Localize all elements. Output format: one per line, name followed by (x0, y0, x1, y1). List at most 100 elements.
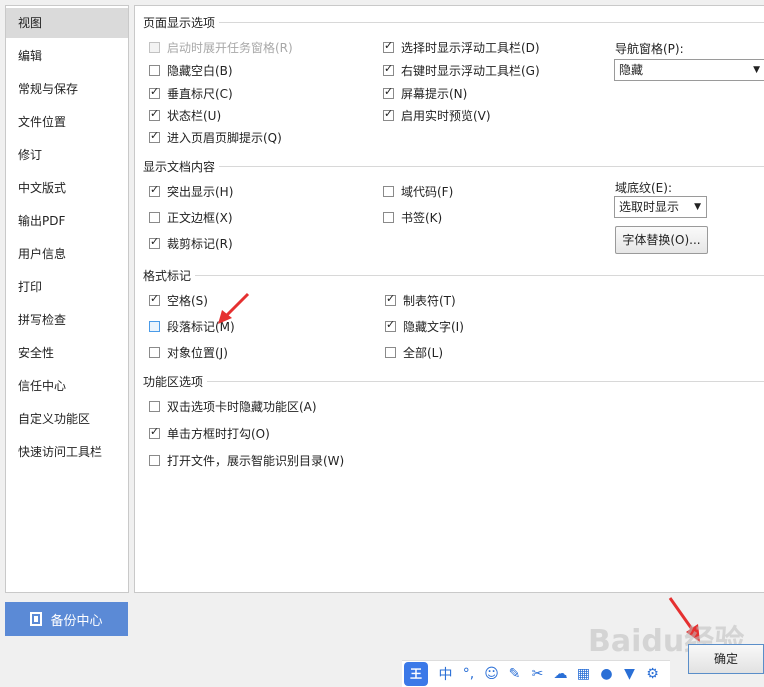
checkbox[interactable] (149, 129, 160, 143)
checkbox[interactable] (385, 318, 396, 332)
option-click-to-check[interactable]: 单击方框时打勾(O) (149, 424, 270, 442)
select-value: 隐藏 (619, 63, 644, 77)
nav-pane-label: 导航窗格(P): (615, 42, 684, 56)
checkbox[interactable] (149, 320, 160, 332)
checkbox[interactable] (383, 39, 394, 53)
option-highlight[interactable]: 突出显示(H) (149, 182, 233, 200)
option-float-toolbar-rightclick[interactable]: 右键时显示浮动工具栏(G) (383, 61, 540, 79)
option-label: 全部(L) (403, 345, 444, 360)
gear-icon[interactable]: ⚙ (641, 666, 664, 682)
option-label: 打开文件，展示智能识别目录(W) (167, 453, 345, 468)
backup-icon (30, 612, 43, 626)
option-screen-tips[interactable]: 屏幕提示(N) (383, 84, 467, 102)
option-hide-ribbon-dblclick[interactable]: 双击选项卡时隐藏功能区(A) (149, 397, 317, 415)
nav-item-chinese-layout[interactable]: 中文版式 (6, 173, 128, 203)
nav-item-revision[interactable]: 修订 (6, 140, 128, 170)
option-label: 突出显示(H) (167, 184, 234, 199)
option-hidden-text[interactable]: 隐藏文字(I) (385, 317, 464, 335)
option-vertical-ruler[interactable]: 垂直标尺(C) (149, 84, 233, 102)
option-field-codes[interactable]: 域代码(F) (383, 182, 453, 200)
punctuation-icon[interactable]: °, (457, 666, 480, 682)
font-replace-button[interactable]: 字体替换(O)... (615, 226, 708, 254)
nav-item-print[interactable]: 打印 (6, 272, 128, 302)
nav-item-customize-ribbon[interactable]: 自定义功能区 (6, 404, 128, 434)
emoji-icon[interactable]: ☺ (480, 666, 503, 682)
nav-item-user-info[interactable]: 用户信息 (6, 239, 128, 269)
nav-item-trust-center[interactable]: 信任中心 (6, 371, 128, 401)
dropdown-arrow-icon: ▼ (694, 202, 701, 212)
option-label: 状态栏(U) (167, 108, 222, 123)
checkbox[interactable] (385, 346, 396, 358)
checkbox[interactable] (149, 292, 160, 306)
user-icon[interactable]: ● (595, 666, 618, 682)
option-object-anchors[interactable]: 对象位置(J) (149, 343, 228, 361)
select-value: 选取时显示 (619, 200, 680, 214)
checkbox[interactable] (149, 107, 160, 121)
option-hide-whitespace[interactable]: 隐藏空白(B) (149, 61, 233, 79)
backup-label: 备份中心 (50, 613, 103, 629)
nav-item-view[interactable]: 视图 (6, 8, 128, 38)
ime-logo[interactable]: 王 (404, 662, 428, 686)
nav-item-spellcheck[interactable]: 拼写检查 (6, 305, 128, 335)
checkbox[interactable] (149, 211, 160, 223)
nav-item-edit[interactable]: 编辑 (6, 41, 128, 71)
option-status-bar[interactable]: 状态栏(U) (149, 106, 221, 124)
option-label: 制表符(T) (403, 293, 456, 308)
checkbox[interactable] (149, 400, 160, 412)
checkbox[interactable] (149, 425, 160, 439)
section-divider (143, 166, 764, 167)
field-shading-select[interactable]: 选取时显示 ▼ (614, 196, 707, 218)
checkbox[interactable] (383, 107, 394, 121)
option-spaces[interactable]: 空格(S) (149, 291, 208, 309)
checkbox[interactable] (149, 346, 160, 358)
option-label: 隐藏文字(I) (403, 319, 464, 334)
option-all-marks[interactable]: 全部(L) (385, 343, 443, 361)
checkbox[interactable] (383, 62, 394, 76)
option-label: 隐藏空白(B) (167, 63, 233, 78)
option-smart-toc[interactable]: 打开文件，展示智能识别目录(W) (149, 451, 344, 469)
checkbox[interactable] (385, 292, 396, 306)
checkbox[interactable] (149, 64, 160, 76)
checkbox[interactable] (149, 235, 160, 249)
option-bookmarks[interactable]: 书签(K) (383, 208, 442, 226)
option-tab-characters[interactable]: 制表符(T) (385, 291, 456, 309)
dropdown-arrow-icon: ▼ (753, 65, 760, 75)
nav-item-export-pdf[interactable]: 输出PDF (6, 206, 128, 236)
checkbox[interactable] (149, 183, 160, 197)
checkbox[interactable] (383, 185, 394, 197)
shirt-icon[interactable]: ▼ (618, 666, 641, 682)
checkbox[interactable] (149, 41, 160, 53)
option-label: 空格(S) (167, 293, 208, 308)
checkbox[interactable] (383, 85, 394, 99)
pen-icon[interactable]: ✎ (503, 666, 526, 682)
option-crop-marks[interactable]: 裁剪标记(R) (149, 234, 233, 252)
section-title-doc-content: 显示文档内容 (143, 158, 220, 175)
section-divider (143, 22, 764, 23)
option-label: 书签(K) (401, 210, 443, 225)
option-live-preview[interactable]: 启用实时预览(V) (383, 106, 491, 124)
checkbox[interactable] (149, 454, 160, 466)
scissors-icon[interactable]: ✂ (526, 666, 549, 682)
option-header-footer-tip[interactable]: 进入页眉页脚提示(Q) (149, 128, 282, 146)
nav-pane-select[interactable]: 隐藏 ▼ (614, 59, 764, 81)
section-divider (143, 381, 764, 382)
option-label: 启动时展开任务窗格(R) (167, 40, 293, 55)
nav-item-general-save[interactable]: 常规与保存 (6, 74, 128, 104)
option-label: 双击选项卡时隐藏功能区(A) (167, 399, 317, 414)
option-label: 域代码(F) (401, 184, 454, 199)
ok-button[interactable]: 确定 (688, 644, 764, 674)
nav-item-security[interactable]: 安全性 (6, 338, 128, 368)
grid-icon[interactable]: ▦ (572, 666, 595, 682)
cloud-icon[interactable]: ☁ (549, 666, 572, 682)
option-expand-task-pane[interactable]: 启动时展开任务窗格(R) (149, 38, 293, 56)
option-float-toolbar-select[interactable]: 选择时显示浮动工具栏(D) (383, 38, 540, 56)
checkbox[interactable] (149, 85, 160, 99)
nav-item-quick-access[interactable]: 快速访问工具栏 (6, 437, 128, 467)
option-label: 正文边框(X) (167, 210, 233, 225)
nav-item-file-location[interactable]: 文件位置 (6, 107, 128, 137)
backup-center-button[interactable]: 备份中心 (5, 602, 128, 636)
option-text-boundary[interactable]: 正文边框(X) (149, 208, 233, 226)
options-nav: 视图 编辑 常规与保存 文件位置 修订 中文版式 输出PDF 用户信息 打印 拼… (5, 5, 129, 593)
checkbox[interactable] (383, 211, 394, 223)
ime-mode-toggle[interactable]: 中 (434, 664, 457, 684)
